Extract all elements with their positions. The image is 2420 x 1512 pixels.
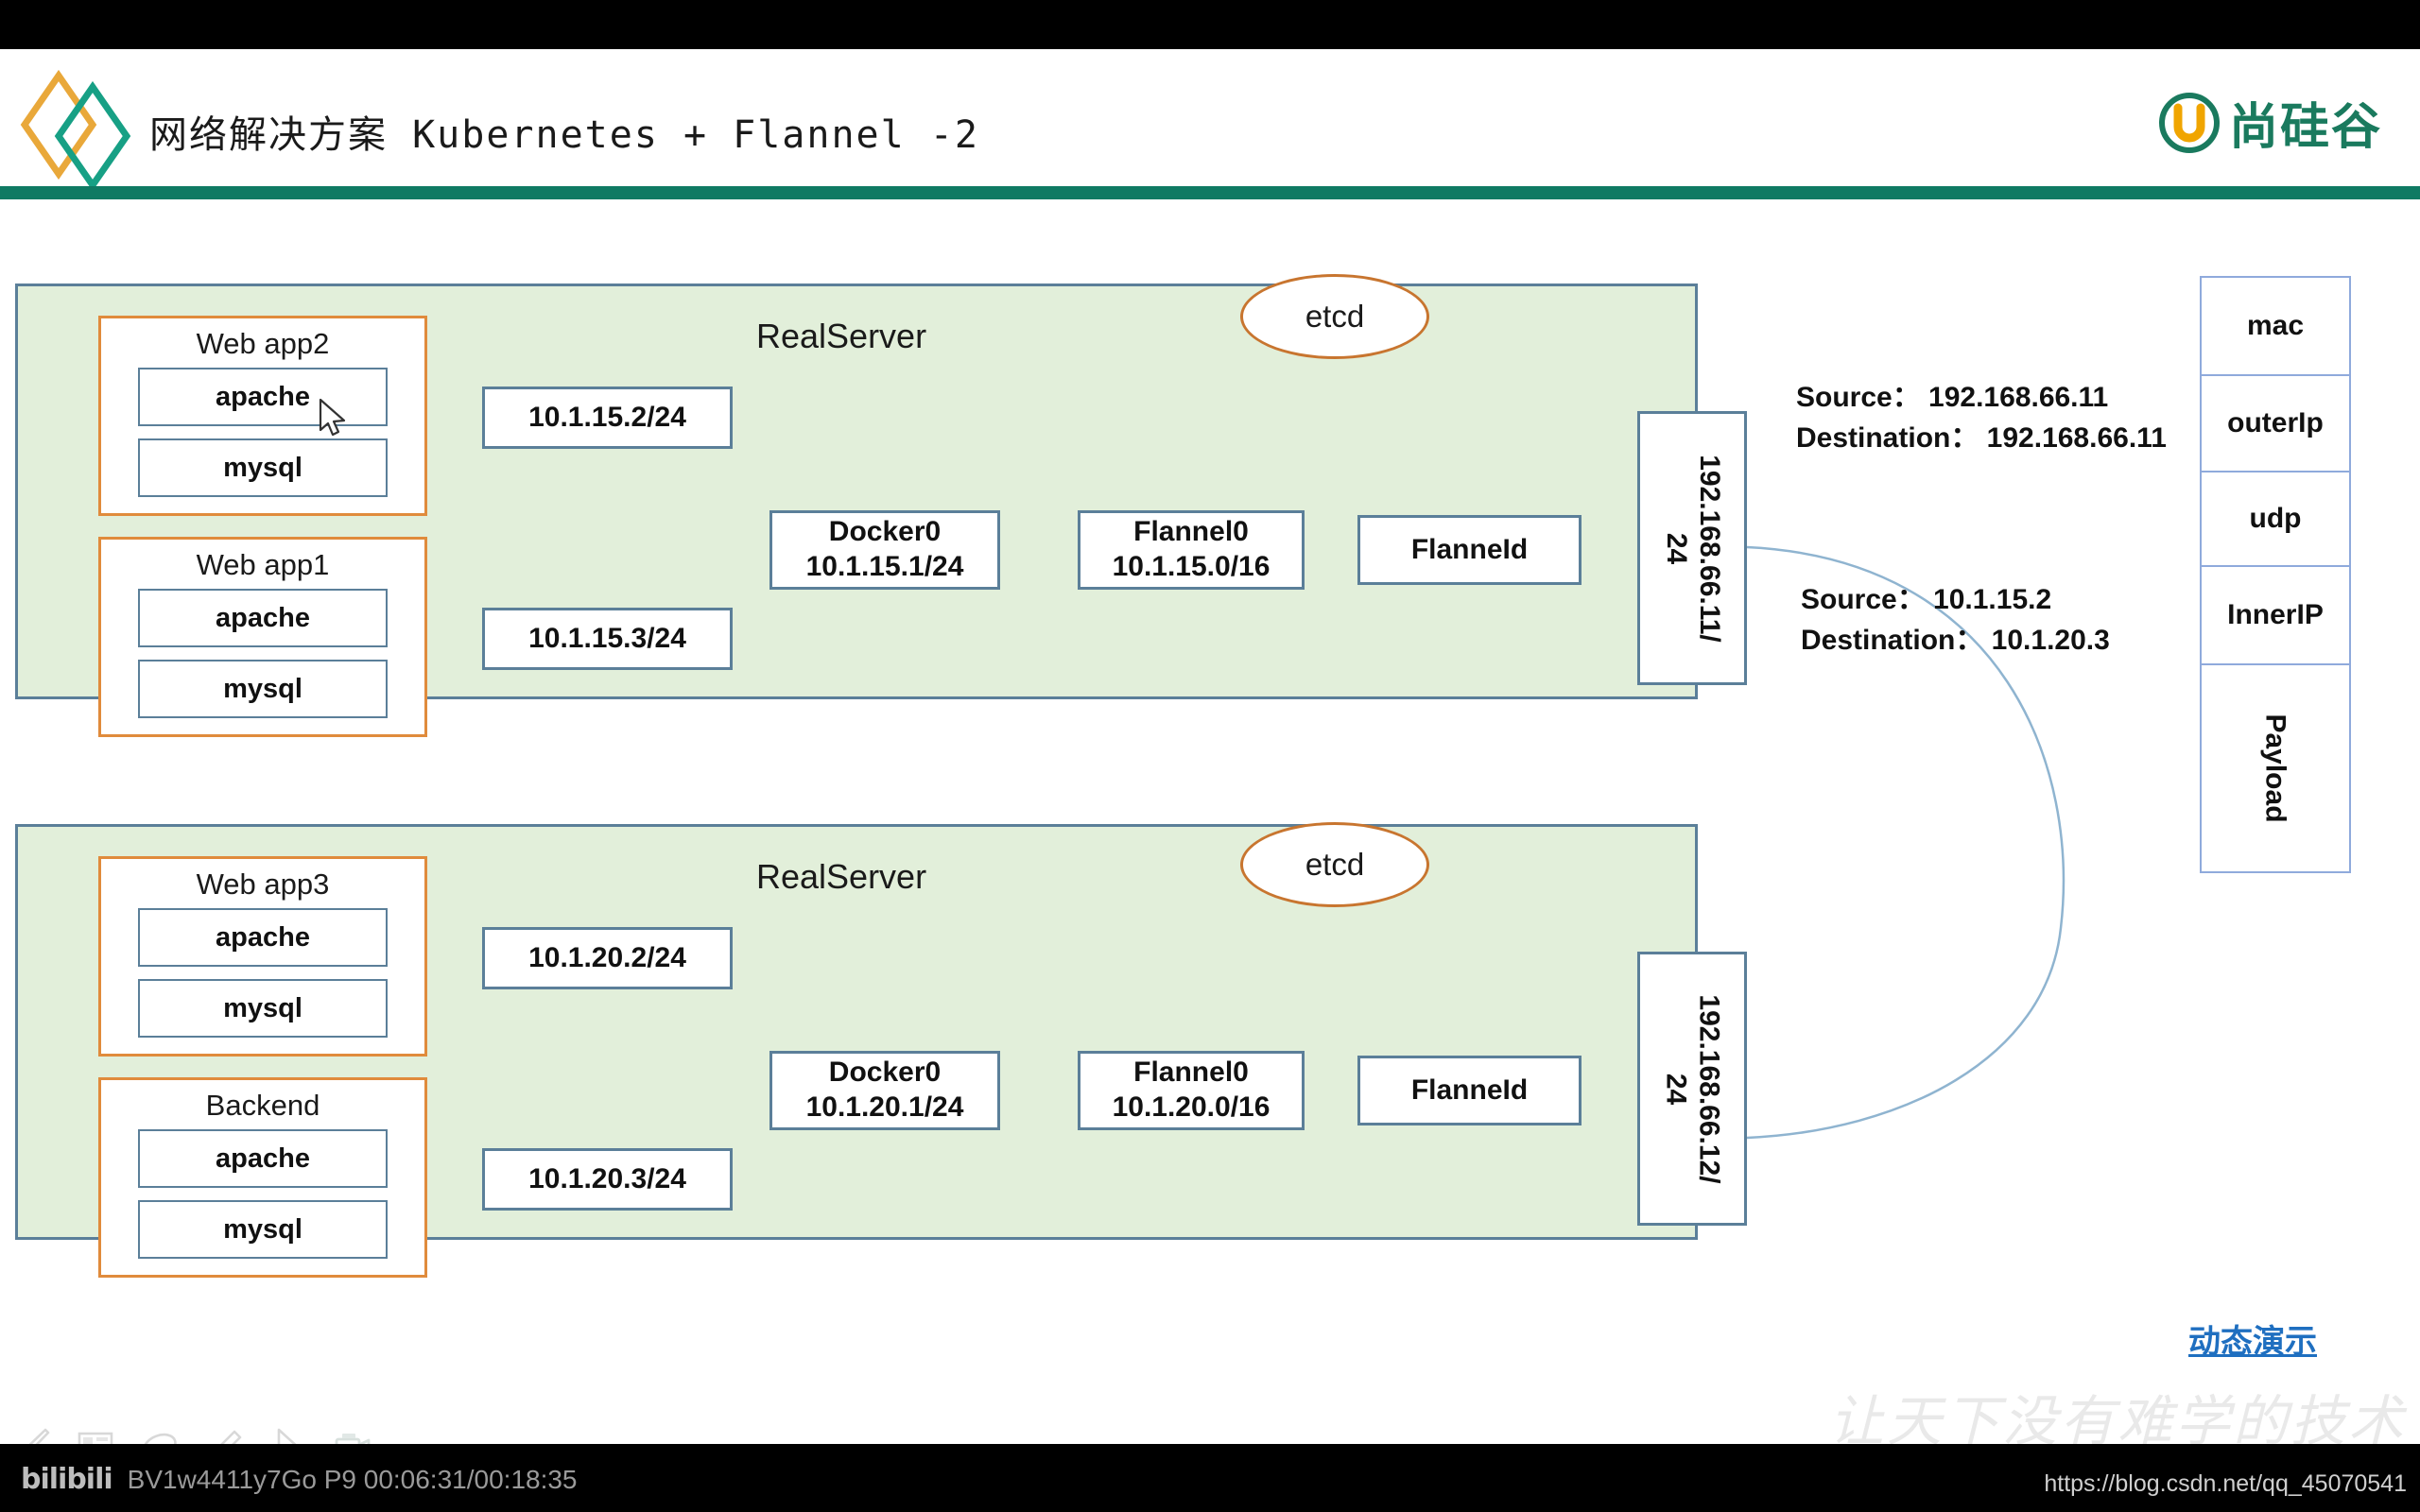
brand-text: 尚硅谷	[2228, 99, 2382, 156]
container-mysql: mysql	[138, 1200, 388, 1259]
page-title: 网络解决方案 Kubernetes + Flannel -2	[149, 113, 979, 157]
letterbox-top	[0, 0, 2420, 49]
container-apache: apache	[138, 589, 388, 647]
flanneld-label: FlanneId	[1410, 1074, 1529, 1106]
flanneld-label: FlanneId	[1410, 533, 1529, 565]
docker0-node-top: Docker0 10.1.15.1/24	[769, 510, 1000, 590]
pod-name: Web app3	[196, 868, 330, 901]
pod-name: Web app1	[196, 548, 330, 581]
u-mark-icon	[2158, 92, 2220, 153]
flannel0-cidr: 10.1.15.0/16	[1112, 551, 1270, 582]
pod-web-app3[interactable]: Web app3 apache mysql	[98, 856, 427, 1057]
packet-cell-outerip: outerIp	[2202, 376, 2349, 472]
dynamic-demo-link[interactable]: 动态演示	[2188, 1315, 2317, 1362]
source-url: https://blog.csdn.net/qq_45070541	[2044, 1470, 2407, 1497]
annotation-outer-source: Source： 192.168.66.11	[1796, 382, 2109, 413]
pod-web-app2[interactable]: Web app2 apache mysql	[98, 316, 427, 516]
screen: 网络解决方案 Kubernetes + Flannel -2 尚硅谷 RealS…	[0, 0, 2420, 1512]
docker0-node-bottom: Docker0 10.1.20.1/24	[769, 1051, 1000, 1130]
pod-ip-10-1-15-3: 10.1.15.3/24	[482, 608, 733, 670]
container-apache: apache	[138, 908, 388, 967]
bilibili-logo: bilibili	[21, 1463, 113, 1496]
annotation-outer-destination: Destination： 192.168.66.11	[1796, 421, 2167, 454]
pod-name: Backend	[205, 1089, 320, 1122]
container-apache: apache	[138, 1129, 388, 1188]
packet-cell-payload: Payload	[2202, 665, 2349, 871]
packet-cell-udp: udp	[2202, 472, 2349, 567]
pod-ip-10-1-15-2: 10.1.15.2/24	[482, 387, 733, 449]
pod-ip-10-1-20-3: 10.1.20.3/24	[482, 1148, 733, 1211]
flannel0-node-bottom: Flannel0 10.1.20.0/16	[1078, 1051, 1305, 1130]
flannel0-cidr: 10.1.20.0/16	[1112, 1091, 1270, 1123]
docker0-name: Docker0	[828, 516, 942, 548]
pod-name: Web app2	[196, 327, 330, 360]
pod-ip-10-1-20-2: 10.1.20.2/24	[482, 927, 733, 989]
packet-structure: mac outerIp udp InnerIP Payload	[2200, 276, 2351, 873]
mouse-cursor-icon	[319, 398, 346, 437]
packet-cell-mac: mac	[2202, 278, 2349, 376]
player-status-bar: bilibili BV1w4411y7Go P9 00:06:31/00:18:…	[21, 1463, 578, 1496]
docker0-cidr: 10.1.20.1/24	[805, 1091, 964, 1123]
etcd-node-top: etcd	[1240, 274, 1429, 359]
annotation-inner-destination: Destination： 10.1.20.3	[1801, 624, 2110, 656]
container-apache: apache	[138, 368, 388, 426]
annotation-inner-source: Source： 10.1.15.2	[1801, 584, 2052, 615]
packet-cell-payload-label: Payload	[2260, 713, 2291, 823]
flannel0-node-top: Flannel0 10.1.15.0/16	[1078, 510, 1305, 590]
header-rule	[0, 186, 2420, 199]
host-ip-box-top: 192.168.66.11/24	[1637, 411, 1747, 685]
pod-backend[interactable]: Backend apache mysql	[98, 1077, 427, 1278]
annotation-inner-header: Source： 10.1.15.2 Destination： 10.1.20.3	[1801, 580, 2110, 661]
container-mysql: mysql	[138, 660, 388, 718]
realserver-title-bottom: RealServer	[756, 857, 927, 896]
player-status-text: BV1w4411y7Go P9 00:06:31/00:18:35	[127, 1464, 578, 1494]
flannel0-name: Flannel0	[1133, 1057, 1249, 1089]
flanneld-node-bottom: FlanneId	[1357, 1056, 1582, 1125]
realserver-title-top: RealServer	[756, 317, 927, 355]
host-ip-text: 192.168.66.12/24	[1661, 993, 1725, 1184]
pod-web-app1[interactable]: Web app1 apache mysql	[98, 537, 427, 737]
annotation-outer-header: Source： 192.168.66.11 Destination： 192.1…	[1796, 378, 2167, 458]
host-ip-box-bottom: 192.168.66.12/24	[1637, 952, 1747, 1226]
brand-logo: 尚硅谷	[2158, 87, 2382, 158]
container-mysql: mysql	[138, 438, 388, 497]
diamond-logo-icon	[20, 69, 131, 189]
container-mysql: mysql	[138, 979, 388, 1038]
etcd-node-bottom: etcd	[1240, 822, 1429, 907]
flannel0-name: Flannel0	[1133, 516, 1249, 548]
slide-canvas: 网络解决方案 Kubernetes + Flannel -2 尚硅谷 RealS…	[0, 49, 2420, 1465]
docker0-cidr: 10.1.15.1/24	[805, 551, 964, 582]
host-ip-text: 192.168.66.11/24	[1661, 454, 1725, 643]
docker0-name: Docker0	[828, 1057, 942, 1089]
slide-header: 网络解决方案 Kubernetes + Flannel -2 尚硅谷	[0, 49, 2420, 199]
flanneld-node-top: FlanneId	[1357, 515, 1582, 585]
packet-cell-innerip: InnerIP	[2202, 567, 2349, 665]
